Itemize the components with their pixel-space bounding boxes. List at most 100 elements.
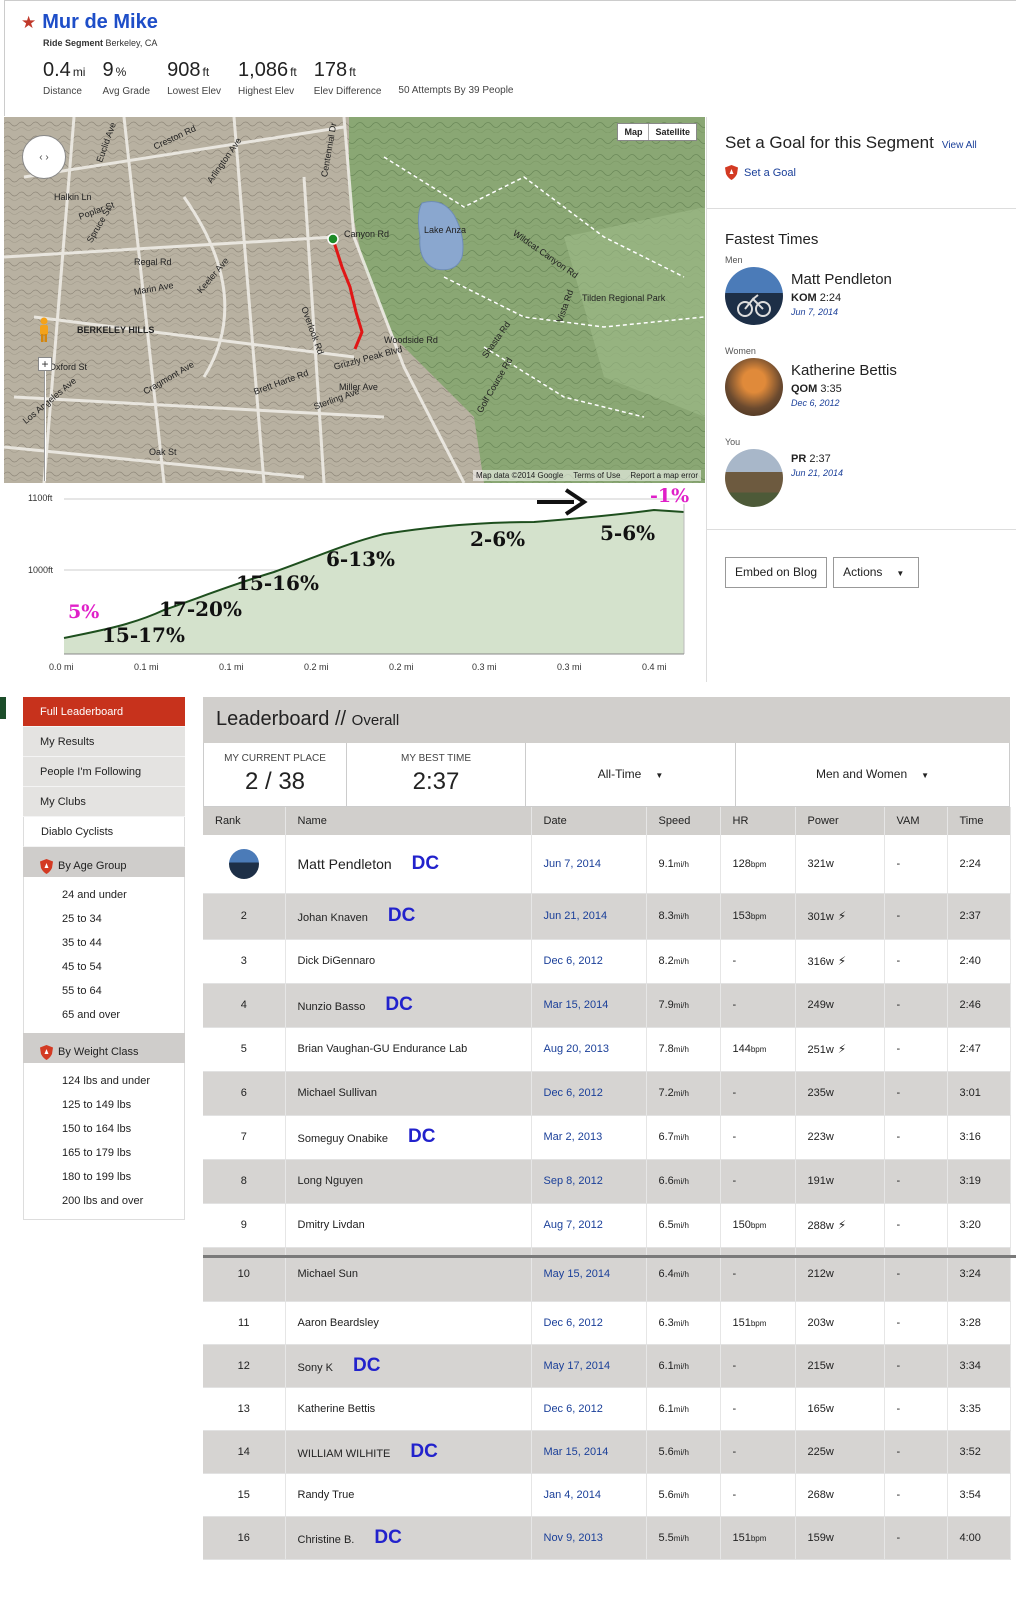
actions-dropdown[interactable]: Actions ▼ xyxy=(833,557,920,588)
athlete-name[interactable]: Brian Vaughan-GU Endurance Lab xyxy=(298,1043,468,1055)
name-cell[interactable]: Aaron Beardsley xyxy=(285,1301,532,1345)
map-type-satellite-button[interactable]: Satellite xyxy=(648,124,696,140)
table-row[interactable]: 8 Long Nguyen Sep 8, 2012 6.6mi/h -191w -3:19 xyxy=(203,1159,1011,1204)
sidebar-subitem[interactable]: 24 and under xyxy=(24,883,184,907)
sidebar-item-people-i-m-following[interactable]: People I'm Following xyxy=(23,757,185,787)
table-row[interactable]: 13 Katherine Bettis Dec 6, 2012 6.1mi/h -165… xyxy=(203,1387,1011,1431)
name-cell[interactable]: Randy True xyxy=(285,1473,532,1517)
name-cell[interactable]: Katherine Bettis xyxy=(285,1387,532,1431)
column-header-power[interactable]: Power xyxy=(795,807,885,835)
sidebar-subitem[interactable]: 180 to 199 lbs xyxy=(24,1165,184,1189)
embed-on-blog-button[interactable]: Embed on Blog xyxy=(725,557,828,588)
date-cell[interactable]: Mar 2, 2013 xyxy=(531,1115,647,1160)
pan-control[interactable]: ‹ › xyxy=(22,135,66,179)
avatar[interactable] xyxy=(725,358,783,416)
table-row[interactable]: Matt Pendleton DC Jun 7, 2014 9.1mi/h 128bpm… xyxy=(203,835,1011,894)
name-cell[interactable]: Dick DiGennaro xyxy=(285,939,532,984)
athlete-name[interactable]: Dick DiGennaro xyxy=(298,955,376,967)
sidebar-item-my-clubs[interactable]: My Clubs xyxy=(23,787,185,817)
name-cell[interactable]: Sony K DC xyxy=(285,1344,532,1388)
sidebar-group-age-group[interactable]: By Age Group xyxy=(23,847,185,877)
fastest-name[interactable]: Matt Pendleton xyxy=(791,271,892,288)
column-header-vam[interactable]: VAM xyxy=(884,807,948,835)
date-cell[interactable]: Jun 21, 2014 xyxy=(531,893,647,940)
column-header-speed[interactable]: Speed xyxy=(646,807,721,835)
zoom-in-button[interactable]: + xyxy=(38,357,52,371)
table-row[interactable]: 5 Brian Vaughan-GU Endurance Lab Aug 20, 2… xyxy=(203,1027,1011,1072)
name-cell[interactable]: Someguy Onabike DC xyxy=(285,1115,532,1160)
view-all-link[interactable]: View All xyxy=(942,140,977,151)
name-cell[interactable]: Brian Vaughan-GU Endurance Lab xyxy=(285,1027,532,1072)
athlete-name[interactable]: Christine B. xyxy=(298,1534,355,1546)
fastest-date[interactable]: Jun 21, 2014 xyxy=(791,468,843,478)
table-row[interactable]: 14 WILLIAM WILHITE DC Mar 15, 2014 5.6mi/h -2… xyxy=(203,1430,1011,1474)
date-cell[interactable]: Mar 15, 2014 xyxy=(531,1430,647,1474)
name-cell[interactable]: Michael Sullivan xyxy=(285,1071,532,1116)
table-row[interactable]: 7 Someguy Onabike DC Mar 2, 2013 6.7mi/h -223… xyxy=(203,1115,1011,1160)
elevation-profile[interactable]: 1100ft 1000ft 0.0 mi 0.1 mi 0.1 mi 0.2 m… xyxy=(4,484,705,684)
fastest-date[interactable]: Jun 7, 2014 xyxy=(791,307,892,317)
pegman-icon[interactable] xyxy=(38,317,50,343)
fastest-date[interactable]: Dec 6, 2012 xyxy=(791,398,897,408)
fastest-women[interactable]: Women Katherine Bettis QOM 3:35 Dec 6, 2… xyxy=(725,346,897,416)
athlete-name[interactable]: WILLIAM WILHITE xyxy=(298,1448,391,1460)
sidebar-subitem[interactable]: 150 to 164 lbs xyxy=(24,1117,184,1141)
date-cell[interactable]: Jan 4, 2014 xyxy=(531,1473,647,1517)
athlete-name[interactable]: Sony K xyxy=(298,1362,333,1374)
athlete-name[interactable]: Michael Sun xyxy=(298,1268,359,1280)
name-cell[interactable]: Matt Pendleton DC xyxy=(285,835,532,894)
zoom-slider[interactable] xyxy=(44,371,46,481)
name-cell[interactable]: Long Nguyen xyxy=(285,1159,532,1204)
column-header-name[interactable]: Name xyxy=(285,807,532,835)
sidebar-subitem[interactable]: 124 lbs and under xyxy=(24,1069,184,1093)
map-terms-link[interactable]: Terms of Use xyxy=(573,471,620,480)
sidebar-subitem[interactable]: 55 to 64 xyxy=(24,979,184,1003)
date-cell[interactable]: Jun 7, 2014 xyxy=(531,835,647,894)
set-goal-link[interactable]: Set a Goal xyxy=(725,165,1016,180)
sidebar-item-diablo-cyclists[interactable]: Diablo Cyclists xyxy=(23,817,185,847)
athlete-name[interactable]: Katherine Bettis xyxy=(298,1403,376,1415)
column-header-date[interactable]: Date xyxy=(531,807,647,835)
time-filter-dropdown[interactable]: All-Time ▼ xyxy=(526,743,736,806)
sidebar-item-full-leaderboard[interactable]: Full Leaderboard xyxy=(23,697,185,727)
date-cell[interactable]: Dec 6, 2012 xyxy=(531,1071,647,1116)
table-row[interactable]: 2 Johan Knaven DC Jun 21, 2014 8.3mi/h 153bpm… xyxy=(203,893,1011,940)
name-cell[interactable]: Christine B. DC xyxy=(285,1516,532,1560)
date-cell[interactable]: Mar 15, 2014 xyxy=(531,983,647,1028)
name-cell[interactable]: Nunzio Basso DC xyxy=(285,983,532,1028)
avatar[interactable] xyxy=(228,848,259,879)
fastest-you[interactable]: You PR 2:37 Jun 21, 2014 xyxy=(725,437,843,507)
date-cell[interactable]: Aug 20, 2013 xyxy=(531,1027,647,1072)
athlete-name[interactable]: Michael Sullivan xyxy=(298,1087,377,1099)
fastest-men[interactable]: Men Matt Pendleton KOM 2:24 Jun 7, 2014 xyxy=(725,255,892,325)
table-row[interactable]: 3 Dick DiGennaro Dec 6, 2012 8.2mi/h -316w ⚡ -… xyxy=(203,939,1011,984)
date-cell[interactable]: Dec 6, 2012 xyxy=(531,1387,647,1431)
date-cell[interactable]: Dec 6, 2012 xyxy=(531,1301,647,1345)
athlete-name[interactable]: Aaron Beardsley xyxy=(298,1317,379,1329)
column-header-time[interactable]: Time xyxy=(947,807,1011,835)
date-cell[interactable]: Nov 9, 2013 xyxy=(531,1516,647,1560)
column-header-rank[interactable]: Rank xyxy=(203,807,286,835)
table-row[interactable]: 16 Christine B. DC Nov 9, 2013 5.5mi/h 151bpm… xyxy=(203,1516,1011,1560)
fastest-name[interactable]: Katherine Bettis xyxy=(791,362,897,379)
column-header-hr[interactable]: HR xyxy=(720,807,796,835)
sidebar-subitem[interactable]: 25 to 34 xyxy=(24,907,184,931)
date-cell[interactable]: May 17, 2014 xyxy=(531,1344,647,1388)
table-row[interactable]: 4 Nunzio Basso DC Mar 15, 2014 7.9mi/h -249w -… xyxy=(203,983,1011,1028)
elevation-chart[interactable]: 1100ft 1000ft 0.0 mi 0.1 mi 0.1 mi 0.2 m… xyxy=(4,484,705,684)
avatar[interactable] xyxy=(725,449,783,507)
athlete-name[interactable]: Someguy Onabike xyxy=(298,1133,389,1145)
sidebar-subitem[interactable]: 165 to 179 lbs xyxy=(24,1141,184,1165)
sidebar-subitem[interactable]: 45 to 54 xyxy=(24,955,184,979)
date-cell[interactable]: Aug 7, 2012 xyxy=(531,1203,647,1248)
date-cell[interactable]: Dec 6, 2012 xyxy=(531,939,647,984)
sidebar-subitem[interactable]: 35 to 44 xyxy=(24,931,184,955)
table-row[interactable]: 11 Aaron Beardsley Dec 6, 2012 6.3mi/h 151bp… xyxy=(203,1301,1011,1345)
athlete-name[interactable]: Randy True xyxy=(298,1489,355,1501)
sidebar-group-weight-class[interactable]: By Weight Class xyxy=(23,1033,185,1063)
star-icon[interactable]: ★ xyxy=(21,14,36,31)
table-row[interactable]: 12 Sony K DC May 17, 2014 6.1mi/h -215w -3:34 xyxy=(203,1344,1011,1388)
athlete-name[interactable]: Long Nguyen xyxy=(298,1175,363,1187)
sidebar-subitem[interactable]: 65 and over xyxy=(24,1003,184,1027)
date-cell[interactable]: Sep 8, 2012 xyxy=(531,1159,647,1204)
